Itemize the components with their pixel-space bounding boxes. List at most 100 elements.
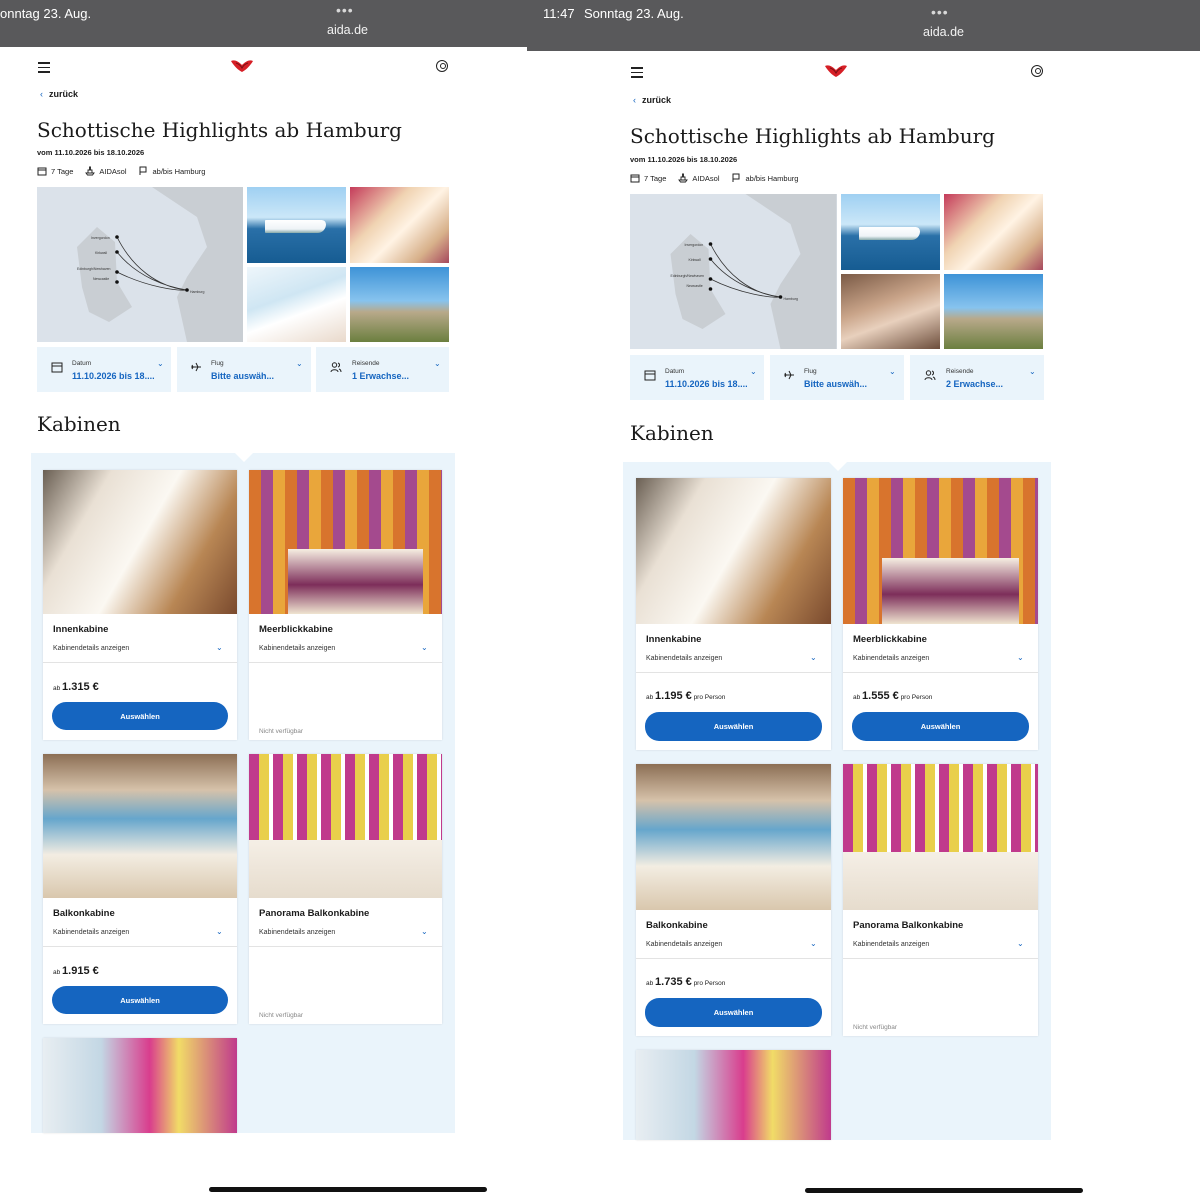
travel-dates: vom 11.10.2026 bis 18.10.2026 [37, 148, 145, 157]
date-select-value: 11.10.2026 bis 18.... [665, 379, 748, 389]
select-cabin-button[interactable]: Auswählen [52, 702, 228, 730]
guests-photo[interactable] [841, 274, 940, 349]
aida-logo-icon[interactable] [824, 63, 848, 79]
back-link[interactable]: ‹ zurück [40, 89, 78, 99]
map-label: Kirkwall [689, 258, 701, 262]
flight-select[interactable]: Flug Bitte auswäh... ⌄ [177, 347, 311, 392]
chevron-down-icon[interactable]: ⌄ [421, 927, 428, 936]
unavailable-label: Nicht verfügbar [259, 1012, 304, 1019]
cabin-card-panorama-balkonkabine: Panorama Balkonkabine Kabinendetails anz… [843, 764, 1038, 1036]
cabin-details-toggle[interactable]: Kabinendetails anzeigen [853, 655, 929, 662]
panel-notch [829, 462, 847, 471]
guest-photo[interactable] [247, 267, 346, 342]
cabin-details-toggle[interactable]: Kabinendetails anzeigen [53, 645, 129, 652]
people-icon [330, 362, 342, 373]
map-label: Kirkwall [95, 251, 107, 255]
cabin-image[interactable] [636, 478, 831, 624]
cabin-image[interactable] [43, 470, 237, 614]
cabin-image[interactable] [636, 1050, 831, 1140]
home-indicator[interactable] [805, 1188, 1083, 1193]
cabin-image[interactable] [43, 754, 237, 898]
cabin-price: ab 1.195 € pro Person [646, 690, 725, 702]
ship-photo[interactable] [247, 187, 346, 263]
cabin-image[interactable] [249, 470, 442, 614]
status-bar: onntag 23. Aug. ••• aida.de [0, 0, 527, 47]
chevron-down-icon[interactable]: ⌄ [421, 643, 428, 652]
castle-photo[interactable] [350, 267, 449, 342]
price-prefix: ab [646, 980, 654, 987]
cabin-details-toggle[interactable]: Kabinendetails anzeigen [646, 655, 722, 662]
right-screenshot: 11:47 Sonntag 23. Aug. ••• aida.de ‹ zurü… [527, 0, 1200, 1200]
cabin-details-toggle[interactable]: Kabinendetails anzeigen [853, 941, 929, 948]
date-select[interactable]: Datum 11.10.2026 bis 18.... ⌄ [37, 347, 171, 392]
castle-photo[interactable] [944, 274, 1043, 349]
trip-meta: 7 Tage AIDAsol ab/bis Hamburg [630, 173, 804, 183]
map-label: Hamburg [784, 297, 798, 301]
tab-dots-icon[interactable]: ••• [336, 2, 354, 18]
panel-notch [235, 453, 253, 462]
cabin-image[interactable] [249, 754, 442, 898]
status-date: onntag 23. Aug. [0, 6, 92, 21]
cabin-details-toggle[interactable]: Kabinendetails anzeigen [259, 645, 335, 652]
cabin-image[interactable] [636, 764, 831, 910]
people-icon [924, 370, 936, 381]
page-title: Schottische Highlights ab Hamburg [37, 118, 402, 142]
tab-dots-icon[interactable]: ••• [931, 4, 949, 20]
select-cabin-button[interactable]: Auswählen [852, 712, 1029, 741]
route-map[interactable]: Invergordon Kirkwall Edinburgh/Newhaven … [37, 187, 243, 342]
cabin-image[interactable] [43, 1038, 237, 1133]
user-account-icon[interactable] [1031, 65, 1043, 77]
price-value: 1.315 € [62, 681, 99, 693]
ship-photo[interactable] [841, 194, 940, 270]
cabin-card-partial [636, 1050, 831, 1140]
travelers-select[interactable]: Reisende 2 Erwachse... ⌄ [910, 355, 1044, 400]
address-bar-url[interactable]: aida.de [327, 23, 368, 37]
chevron-down-icon[interactable]: ⌄ [216, 643, 223, 652]
aida-logo-icon[interactable] [230, 58, 254, 74]
menu-icon[interactable] [38, 62, 50, 76]
cabin-card-panorama-balkonkabine: Panorama Balkonkabine Kabinendetails anz… [249, 754, 442, 1024]
address-bar-url[interactable]: aida.de [923, 25, 964, 39]
select-cabin-button[interactable]: Auswählen [645, 712, 822, 741]
date-select[interactable]: Datum 11.10.2026 bis 18.... ⌄ [630, 355, 764, 400]
cabin-photo[interactable] [944, 194, 1043, 270]
flight-select-label: Flug [211, 360, 224, 367]
cabin-image[interactable] [843, 478, 1038, 624]
cabin-photo[interactable] [350, 187, 449, 263]
travelers-select-value: 2 Erwachse... [946, 379, 1004, 389]
menu-icon[interactable] [631, 67, 643, 81]
trip-route: ab/bis Hamburg [745, 173, 799, 183]
cabin-card-innenkabine: Innenkabine Kabinendetails anzeigen ⌄ ab… [43, 470, 237, 740]
cabin-price: ab 1.315 € [53, 681, 99, 693]
price-value: 1.555 € [862, 690, 899, 702]
trip-days: 7 Tage [644, 173, 667, 183]
chevron-down-icon[interactable]: ⌄ [1017, 653, 1024, 662]
back-link[interactable]: ‹ zurück [633, 95, 671, 105]
cabin-name: Meerblickkabine [853, 634, 927, 645]
trip-ship: AIDAsol [99, 166, 127, 176]
select-cabin-button[interactable]: Auswählen [52, 986, 228, 1014]
route-map[interactable]: Invergordon Kirkwall Edinburgh/Newhaven … [630, 194, 837, 349]
select-cabin-button[interactable]: Auswählen [645, 998, 822, 1027]
chevron-down-icon: ⌄ [434, 359, 441, 368]
cabin-details-toggle[interactable]: Kabinendetails anzeigen [259, 929, 335, 936]
price-prefix: ab [646, 694, 654, 701]
chevron-down-icon[interactable]: ⌄ [810, 653, 817, 662]
cabin-card-balkonkabine: Balkonkabine Kabinendetails anzeigen ⌄ a… [636, 764, 831, 1036]
cabin-details-toggle[interactable]: Kabinendetails anzeigen [646, 941, 722, 948]
cabin-name: Innenkabine [53, 624, 109, 635]
user-account-icon[interactable] [436, 60, 448, 72]
unavailable-label: Nicht verfügbar [259, 728, 304, 735]
cabin-name: Panorama Balkonkabine [853, 920, 964, 931]
travelers-select[interactable]: Reisende 1 Erwachse... ⌄ [316, 347, 449, 392]
home-indicator[interactable] [209, 1187, 487, 1192]
divider [843, 958, 1038, 959]
calendar-icon [51, 362, 63, 373]
cabin-price: ab 1.735 € pro Person [646, 976, 725, 988]
flight-select[interactable]: Flug Bitte auswäh... ⌄ [770, 355, 904, 400]
chevron-down-icon[interactable]: ⌄ [216, 927, 223, 936]
chevron-down-icon[interactable]: ⌄ [1017, 939, 1024, 948]
cabin-details-toggle[interactable]: Kabinendetails anzeigen [53, 929, 129, 936]
cabin-image[interactable] [843, 764, 1038, 910]
chevron-down-icon[interactable]: ⌄ [810, 939, 817, 948]
